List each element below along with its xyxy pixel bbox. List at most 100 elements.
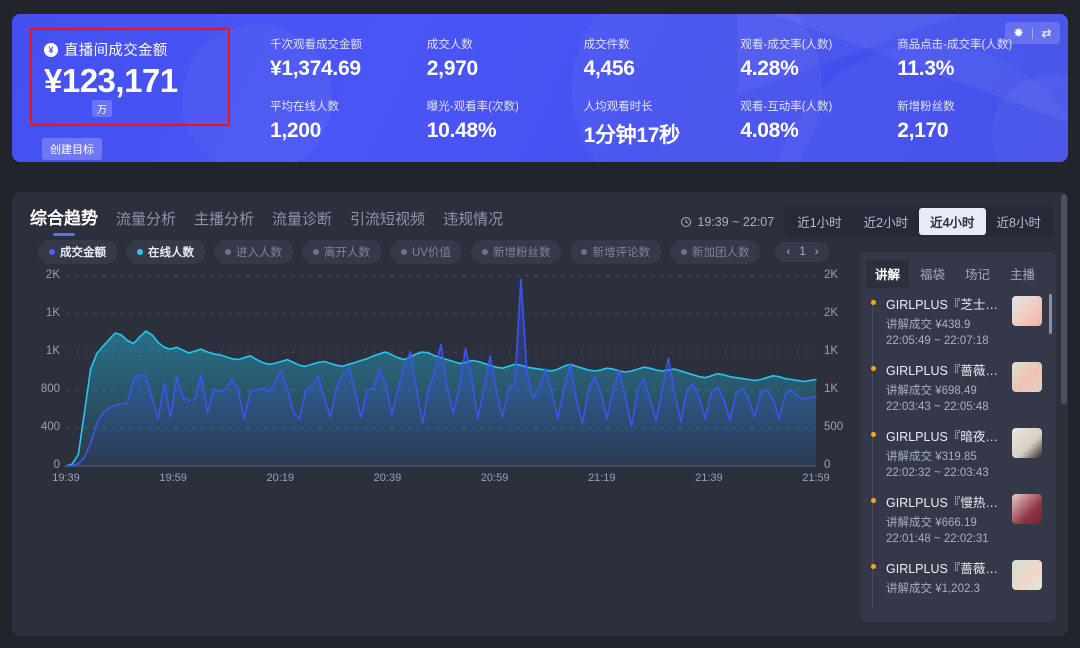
sidebar-tabs: 讲解 福袋 场记 主播	[860, 252, 1056, 288]
sidebar-list[interactable]: GIRLPLUS『芝士奶… 讲解成交 ¥438.9 22:05:49 ~ 22:…	[860, 294, 1056, 620]
dashboard-page: ¥ 直播间成交金额 ¥123,171 万 创建目标 千次观看成交金额 ¥1,374…	[0, 0, 1080, 648]
pager-page: 1	[799, 246, 806, 258]
metric-item: 观看-互动率(人数) 4.08%	[740, 98, 897, 149]
metric-value: 1,200	[270, 119, 322, 142]
sidebar-tab-explain[interactable]: 讲解	[866, 259, 910, 288]
metric-item: 观看-成交率(人数) 4.28%	[740, 36, 897, 81]
legend-pager: ‹ 1 ›	[775, 242, 830, 262]
primary-metric-highlight: ¥ 直播间成交金额 ¥123,171 万	[30, 28, 230, 126]
metric-label: 观看-成交率(人数)	[740, 39, 833, 51]
product-thumbnail[interactable]	[1012, 296, 1042, 326]
primary-metric-title-row: ¥ 直播间成交金额	[44, 39, 228, 60]
range-2h-button[interactable]: 近2小时	[853, 208, 919, 235]
pager-next[interactable]: ›	[815, 246, 819, 258]
legend-new-fans[interactable]: 新增粉丝数	[470, 240, 562, 264]
y-tick-left: 1K	[45, 345, 60, 357]
list-item-time: 22:05:49 ~ 22:07:18	[886, 335, 989, 347]
time-controls: 19:39 ~ 22:07 近1小时 近2小时 近4小时 近8小时	[680, 206, 1054, 237]
sidebar-tab-scene-log[interactable]: 场记	[956, 259, 999, 288]
tab-traffic-diagnosis[interactable]: 流量诊断	[272, 208, 332, 235]
y-tick-left: 1K	[45, 307, 60, 319]
x-tick: 20:59	[480, 472, 509, 484]
list-item[interactable]: GIRLPLUS『蔷薇恋… 讲解成交 ¥698.49 22:03:43 ~ 22…	[871, 360, 1056, 426]
page-scrollbar[interactable]	[1061, 194, 1067, 404]
legend-label: 在线人数	[148, 247, 194, 259]
trend-chart[interactable]: 2K 1K 1K 800 400 0 2K 2K 1K 1K 500 0 19:39 19:59 20:…	[26, 269, 856, 500]
tab-traffic-analysis[interactable]: 流量分析	[116, 208, 176, 235]
summary-header-card: ¥ 直播间成交金额 ¥123,171 万 创建目标 千次观看成交金额 ¥1,374…	[12, 14, 1068, 162]
x-tick: 19:59	[159, 472, 187, 484]
legend-dot	[680, 249, 687, 255]
list-item[interactable]: GIRLPLUS『暗夜魅… 讲解成交 ¥319.85 22:02:32 ~ 22…	[871, 426, 1056, 492]
range-button-group: 近1小时 近2小时 近4小时 近8小时	[784, 206, 1054, 237]
legend-dot	[225, 249, 231, 255]
sidebar-tab-lucky-bag[interactable]: 福袋	[911, 259, 954, 288]
list-item-title: GIRLPLUS『蔷薇恋…	[886, 364, 1004, 378]
legend-label: 新增粉丝数	[492, 247, 551, 259]
legend-dot	[401, 249, 407, 255]
legend-dot	[137, 249, 143, 255]
tab-violations[interactable]: 违规情况	[443, 208, 503, 235]
list-item-amount: 讲解成交 ¥1,202.3	[886, 583, 980, 595]
legend-deal-amount[interactable]: 成交金额	[38, 240, 117, 264]
metric-item: 新增粉丝数 2,170	[897, 98, 1054, 149]
list-item-amount: 讲解成交 ¥698.49	[886, 385, 977, 397]
metric-item: 成交人数 2,970	[427, 36, 584, 81]
y-tick-right: 2K	[824, 269, 839, 281]
range-8h-button[interactable]: 近8小时	[986, 208, 1052, 235]
list-item-amount: 讲解成交 ¥666.19	[886, 517, 977, 529]
primary-metric-unit: 万	[92, 99, 112, 117]
range-1h-button[interactable]: 近1小时	[786, 208, 852, 235]
y-tick-right: 0	[824, 459, 831, 471]
primary-metric-value: ¥123,171	[44, 62, 178, 99]
tab-comprehensive-trend[interactable]: 综合趋势	[30, 204, 98, 235]
sidebar-tab-host[interactable]: 主播	[1001, 259, 1044, 288]
metric-value: 1分钟17秒	[583, 124, 681, 147]
list-item[interactable]: GIRLPLUS『蔷薇少… 讲解成交 ¥1,202.3	[871, 558, 1056, 612]
x-tick: 21:19	[587, 472, 616, 484]
list-item-title: GIRLPLUS『暗夜魅…	[886, 430, 1004, 444]
legend-label: UV价值	[412, 247, 451, 259]
product-thumbnail[interactable]	[1012, 494, 1042, 524]
clock-icon	[681, 216, 692, 227]
list-item-time: 22:02:32 ~ 22:03:43	[886, 467, 989, 479]
metric-label: 新增粉丝数	[897, 101, 955, 113]
product-thumbnail[interactable]	[1012, 560, 1042, 590]
tab-short-video[interactable]: 引流短视频	[350, 208, 425, 235]
sidebar-scrollbar[interactable]	[1049, 294, 1052, 334]
range-4h-button[interactable]: 近4小时	[919, 208, 986, 235]
metric-value: 2,170	[897, 119, 949, 142]
legend-leave-count[interactable]: 离开人数	[302, 240, 381, 264]
pager-prev[interactable]: ‹	[786, 246, 790, 258]
metric-value: 4,456	[583, 57, 635, 80]
x-tick: 21:39	[695, 472, 723, 484]
list-item[interactable]: GIRLPLUS『慢热红… 讲解成交 ¥666.19 22:01:48 ~ 22…	[871, 492, 1056, 558]
legend-online-count[interactable]: 在线人数	[126, 240, 205, 264]
list-item[interactable]: GIRLPLUS『芝士奶… 讲解成交 ¥438.9 22:05:49 ~ 22:…	[871, 294, 1056, 360]
metric-label: 千次观看成交金额	[270, 39, 362, 51]
legend-dot	[313, 249, 319, 255]
list-item-title: GIRLPLUS『芝士奶…	[886, 298, 1004, 312]
swap-icon[interactable]	[1040, 27, 1053, 40]
create-goal-button[interactable]: 创建目标	[42, 138, 102, 160]
chart-legend: 成交金额 在线人数 进入人数 离开人数 UV价值 新增粉丝数 新增评论数 新加团…	[38, 240, 830, 264]
legend-enter-count[interactable]: 进入人数	[214, 240, 293, 264]
x-tick: 21:59	[802, 472, 830, 484]
legend-new-comments[interactable]: 新增评论数	[570, 240, 661, 264]
legend-dot	[581, 249, 588, 255]
legend-uv-value[interactable]: UV价值	[390, 240, 462, 264]
metric-item: 曝光-观看率(次数) 10.48%	[427, 98, 584, 149]
list-item-amount: 讲解成交 ¥319.85	[886, 451, 977, 463]
product-thumbnail[interactable]	[1012, 428, 1042, 458]
panel-tabs: 综合趋势 流量分析 主播分析 流量诊断 引流短视频 违规情况	[30, 204, 503, 235]
tab-host-analysis[interactable]: 主播分析	[194, 208, 254, 235]
legend-new-group[interactable]: 新加团人数	[669, 240, 761, 264]
currency-badge-icon: ¥	[44, 42, 58, 57]
x-tick: 20:19	[266, 472, 295, 484]
gear-icon[interactable]	[1012, 27, 1025, 40]
product-thumbnail[interactable]	[1012, 362, 1042, 392]
metric-label: 平均在线人数	[270, 101, 339, 113]
legend-label: 离开人数	[324, 247, 370, 259]
metric-item: 成交件数 4,456	[584, 36, 741, 81]
metric-value: ¥1,374.69	[270, 57, 361, 80]
